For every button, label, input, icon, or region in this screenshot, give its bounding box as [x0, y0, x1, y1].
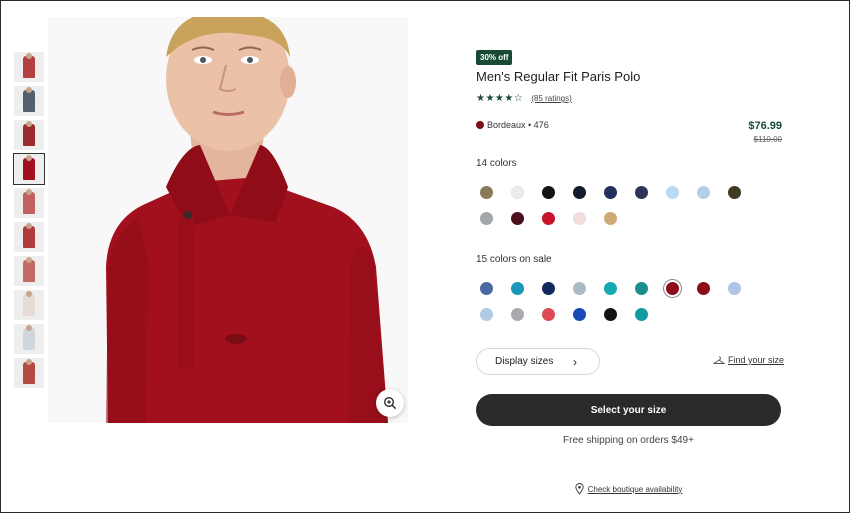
thumbnail-figure — [23, 294, 35, 316]
location-pin-icon — [574, 483, 584, 495]
color-swatch-1[interactable] — [480, 186, 493, 199]
color-swatch-6[interactable] — [635, 186, 648, 199]
color-swatch-5[interactable] — [604, 186, 617, 199]
sale-color-swatch-9[interactable] — [728, 282, 741, 295]
product-main-image — [48, 17, 408, 423]
shipping-info: Free shipping on orders $49+ — [563, 435, 694, 446]
thumbnail-head — [26, 121, 32, 127]
thumbnail-7[interactable] — [14, 256, 44, 286]
thumbnail-9[interactable] — [14, 324, 44, 354]
sale-color-swatches — [480, 282, 760, 334]
color-swatch-12[interactable] — [542, 212, 555, 225]
thumbnail-head — [26, 291, 32, 297]
thumbnail-figure — [23, 124, 35, 146]
sale-color-swatch-3[interactable] — [542, 282, 555, 295]
color-swatch-11[interactable] — [511, 212, 524, 225]
color-swatch-14[interactable] — [604, 212, 617, 225]
thumbnail-head — [26, 53, 32, 59]
colors-label: 14 colors — [476, 158, 517, 169]
thumbnail-figure — [23, 192, 35, 214]
color-swatches — [480, 186, 760, 238]
rating-row: ★★★★☆ (85 ratings) — [476, 93, 572, 104]
display-sizes-label: Display sizes — [495, 356, 554, 367]
ratings-link[interactable]: (85 ratings) — [531, 94, 571, 103]
thumbnail-figure — [23, 328, 35, 350]
selected-color-label: Bordeaux • 476 — [487, 120, 549, 130]
sale-color-swatch-10[interactable] — [480, 308, 493, 321]
select-size-button[interactable]: Select your size — [476, 394, 781, 426]
discount-badge: 30% off — [476, 50, 513, 65]
thumbnail-figure — [23, 56, 35, 78]
color-swatch-10[interactable] — [480, 212, 493, 225]
color-swatch-13[interactable] — [573, 212, 586, 225]
thumbnail-5[interactable] — [14, 188, 44, 218]
sale-color-swatch-14[interactable] — [604, 308, 617, 321]
product-photo — [48, 17, 408, 423]
chevron-right-icon: › — [573, 355, 577, 369]
color-swatch-3[interactable] — [542, 186, 555, 199]
thumbnail-figure — [23, 158, 35, 180]
display-sizes-button[interactable]: Display sizes › — [476, 348, 600, 375]
sale-color-swatch-6[interactable] — [635, 282, 648, 295]
sale-color-swatch-2[interactable] — [511, 282, 524, 295]
current-price: $76.99 — [748, 120, 782, 132]
find-your-size-link[interactable]: Find your size — [713, 355, 784, 365]
sale-color-swatch-11[interactable] — [511, 308, 524, 321]
sale-color-swatch-13[interactable] — [573, 308, 586, 321]
thumbnail-figure — [23, 362, 35, 384]
thumbnail-2[interactable] — [14, 86, 44, 116]
thumbnail-8[interactable] — [14, 290, 44, 320]
thumbnail-6[interactable] — [14, 222, 44, 252]
selected-color-dot — [476, 121, 484, 129]
color-swatch-8[interactable] — [697, 186, 710, 199]
zoom-in-icon — [384, 397, 397, 410]
check-boutique-label: Check boutique availability — [587, 484, 683, 494]
sale-colors-label: 15 colors on sale — [476, 254, 552, 265]
sale-color-swatch-1[interactable] — [480, 282, 493, 295]
thumbnail-head — [26, 223, 32, 229]
sale-color-swatch-5[interactable] — [604, 282, 617, 295]
thumbnail-head — [26, 359, 32, 365]
check-boutique-link[interactable]: Check boutique availability — [476, 483, 781, 495]
thumbnail-figure — [23, 260, 35, 282]
thumbnail-head — [26, 155, 32, 161]
sale-color-swatch-4[interactable] — [573, 282, 586, 295]
thumbnail-4[interactable] — [13, 153, 45, 185]
sale-color-swatch-15[interactable] — [635, 308, 648, 321]
zoom-button[interactable] — [376, 389, 404, 417]
thumbnail-head — [26, 325, 32, 331]
thumbnail-1[interactable] — [14, 52, 44, 82]
thumbnail-figure — [23, 90, 35, 112]
rating-stars-icon: ★★★★☆ — [476, 93, 524, 104]
find-your-size-label: Find your size — [728, 355, 785, 365]
thumbnail-head — [26, 87, 32, 93]
selected-color-info: Bordeaux • 476 — [476, 120, 549, 130]
product-title: Men's Regular Fit Paris Polo — [476, 69, 641, 84]
thumbnail-list — [13, 52, 45, 392]
thumbnail-head — [26, 189, 32, 195]
hanger-icon — [713, 356, 725, 364]
color-swatch-7[interactable] — [666, 186, 679, 199]
color-swatch-2[interactable] — [511, 186, 524, 199]
original-price: $110.00 — [753, 135, 782, 144]
thumbnail-figure — [23, 226, 35, 248]
sale-color-swatch-12[interactable] — [542, 308, 555, 321]
thumbnail-head — [26, 257, 32, 263]
thumbnail-3[interactable] — [14, 120, 44, 150]
color-swatch-4[interactable] — [573, 186, 586, 199]
sale-color-swatch-8[interactable] — [697, 282, 710, 295]
color-swatch-9[interactable] — [728, 186, 741, 199]
sale-color-swatch-7[interactable] — [666, 282, 679, 295]
thumbnail-10[interactable] — [14, 358, 44, 388]
